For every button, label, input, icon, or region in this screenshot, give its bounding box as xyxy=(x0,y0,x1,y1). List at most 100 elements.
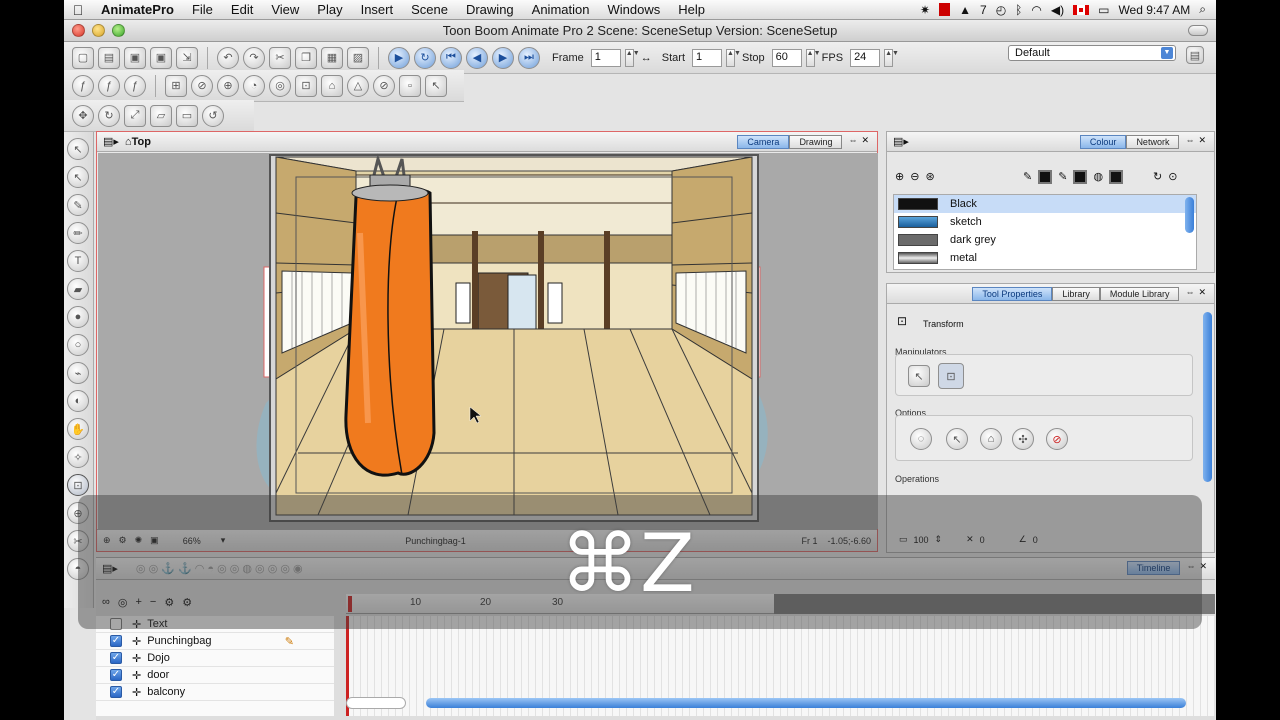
tool-properties-scrollbar[interactable] xyxy=(1203,312,1212,482)
spotlight-icon[interactable]: ⌕ xyxy=(1199,2,1206,17)
peg-option-icon[interactable]: ↖ xyxy=(946,428,968,450)
tab-drawing[interactable]: Drawing xyxy=(789,135,843,149)
save-as-icon[interactable]: ▣ xyxy=(150,46,172,69)
table-row[interactable]: ✓ ✛ door xyxy=(96,667,334,684)
table-row[interactable]: ✓ ✛ balcony xyxy=(96,684,334,701)
menu-file[interactable]: File xyxy=(183,2,222,17)
select-manipulator-icon[interactable]: ↖ xyxy=(908,365,930,387)
frame-stepper[interactable]: ▲▼ xyxy=(624,48,640,67)
crop-icon[interactable]: ▭ xyxy=(176,104,198,127)
time-machine-icon[interactable]: ◴ xyxy=(996,3,1006,17)
tab-colour[interactable]: Colour xyxy=(1079,135,1127,149)
layer-name[interactable]: Punchingbag xyxy=(147,635,211,647)
list-item[interactable]: Black xyxy=(894,195,1196,213)
fill-colour-swatch[interactable] xyxy=(1109,170,1124,184)
menu-insert[interactable]: Insert xyxy=(352,2,403,17)
snap-option-icon[interactable]: ✣ xyxy=(1012,428,1034,450)
layer-visibility-checkbox[interactable]: ✓ xyxy=(110,669,122,681)
canada-flag-icon[interactable] xyxy=(1073,4,1090,15)
close-icon[interactable]: ✕ xyxy=(1198,135,1206,149)
ink-tool-icon[interactable]: ● xyxy=(67,306,89,328)
fps-stepper[interactable]: ▲▼ xyxy=(884,48,899,67)
menu-play[interactable]: Play xyxy=(308,2,351,17)
timeline-zoom-slider[interactable] xyxy=(346,697,406,709)
frame-field[interactable]: 1 xyxy=(590,48,621,67)
fps-field[interactable]: 24 xyxy=(850,48,881,67)
bone-option-icon[interactable]: ⌂ xyxy=(980,428,1002,450)
menu-drawing[interactable]: Drawing xyxy=(457,2,523,17)
brush-colour-icon[interactable]: ✎ xyxy=(1058,170,1067,184)
tab-camera[interactable]: Camera xyxy=(737,135,790,149)
first-frame-icon[interactable]: ⏮ xyxy=(440,46,462,69)
tab-tool-properties[interactable]: Tool Properties xyxy=(972,287,1053,301)
status-red-icon[interactable] xyxy=(939,3,951,16)
menu-view[interactable]: View xyxy=(262,2,308,17)
center-view-icon[interactable]: ✥ xyxy=(72,104,94,127)
brightness-icon[interactable]: ✷ xyxy=(920,3,930,17)
paste-icon[interactable]: ▦ xyxy=(321,46,343,69)
table-row[interactable]: ✓ ✛ Dojo xyxy=(96,650,334,667)
close-window-button[interactable] xyxy=(72,24,85,37)
no-snap-icon[interactable]: ⊘ xyxy=(1046,428,1068,450)
link-icon[interactable]: ⊙ xyxy=(1168,170,1177,184)
swatch-scrollbar[interactable] xyxy=(1185,197,1194,233)
toolbar-toggle-button[interactable] xyxy=(1188,25,1208,36)
transform-tool-icon[interactable]: ⊡ xyxy=(67,474,89,496)
refresh-icon[interactable]: ↻ xyxy=(1153,170,1162,184)
resize-icon[interactable]: ⇔ xyxy=(848,135,857,149)
stop-field[interactable]: 60 xyxy=(771,48,802,67)
add-colour-icon[interactable]: ⊕ xyxy=(895,170,904,183)
pencil-tool-icon[interactable]: ✏ xyxy=(67,222,89,244)
contour-editor-icon[interactable]: ↖ xyxy=(67,166,89,188)
battery-icon[interactable]: ▭ xyxy=(1098,3,1109,17)
minimize-window-button[interactable] xyxy=(92,24,105,37)
colour-options-icon[interactable]: ⊛ xyxy=(925,170,934,183)
previous-frame-icon[interactable]: ◀ xyxy=(466,46,488,69)
start-stepper[interactable]: ▲▼ xyxy=(726,48,741,67)
triangle-icon[interactable]: △ xyxy=(347,74,369,97)
clock[interactable]: Wed 9:47 AM xyxy=(1118,3,1190,17)
redo-icon[interactable]: ↷ xyxy=(243,46,265,69)
apple-icon[interactable]:  xyxy=(64,2,92,18)
effect-3-icon[interactable]: ƒ xyxy=(124,74,146,97)
status-count[interactable]: 7 xyxy=(980,3,987,17)
grid-icon[interactable]: ⊞ xyxy=(165,74,187,97)
target-icon[interactable]: ⊕ xyxy=(217,74,239,97)
peg-icon[interactable]: ⌂ xyxy=(321,74,343,97)
light-bulb-icon[interactable]: ◔ xyxy=(243,74,265,97)
onion-skin-icon[interactable]: ◎ xyxy=(269,74,291,97)
volume-icon[interactable]: ◀) xyxy=(1051,3,1064,17)
brush-colour-swatch[interactable] xyxy=(1073,170,1088,184)
shape-tool-icon[interactable]: ○ xyxy=(67,334,89,356)
layer-visibility-checkbox[interactable]: ✓ xyxy=(110,652,122,664)
close-icon[interactable]: ✕ xyxy=(1198,287,1206,301)
adobe-icon[interactable]: ▲ xyxy=(959,3,971,17)
new-scene-icon[interactable]: ▢ xyxy=(72,46,94,69)
transform-icon[interactable]: ⊡ xyxy=(295,74,317,97)
reset-view-icon[interactable]: ↺ xyxy=(202,104,224,127)
list-item[interactable]: dark grey xyxy=(894,231,1196,249)
menu-edit[interactable]: Edit xyxy=(222,2,262,17)
text-tool-icon[interactable]: T xyxy=(67,250,89,272)
list-item[interactable]: metal xyxy=(894,249,1196,267)
wifi-icon[interactable]: ◠ xyxy=(1031,3,1041,17)
dropper-tool-icon[interactable]: ⌁ xyxy=(67,362,89,384)
disable-icon[interactable]: ⊘ xyxy=(373,74,395,97)
tab-module-library[interactable]: Module Library xyxy=(1099,287,1180,301)
stop-stepper[interactable]: ▲▼ xyxy=(805,48,821,67)
remove-colour-icon[interactable]: ⊖ xyxy=(910,170,919,183)
home-icon[interactable]: ⌂ xyxy=(125,136,132,148)
layer-name[interactable]: balcony xyxy=(147,686,185,698)
last-frame-icon[interactable]: ⏭ xyxy=(518,46,540,69)
layer-name[interactable]: Dojo xyxy=(147,652,170,664)
start-field[interactable]: 1 xyxy=(692,48,723,67)
skew-view-icon[interactable]: ▱ xyxy=(150,104,172,127)
pencil-colour-icon[interactable]: ✎ xyxy=(1023,170,1032,184)
loop-icon[interactable]: ↻ xyxy=(414,46,436,69)
layer-visibility-checkbox[interactable]: ✓ xyxy=(110,635,122,647)
tab-network[interactable]: Network xyxy=(1126,135,1180,149)
sparkle-tool-icon[interactable]: ✧ xyxy=(67,446,89,468)
app-menu[interactable]: AnimatePro xyxy=(92,2,183,17)
select-tool-icon[interactable]: ↖ xyxy=(67,138,89,160)
resize-icon[interactable]: ⇔ xyxy=(1185,287,1194,301)
